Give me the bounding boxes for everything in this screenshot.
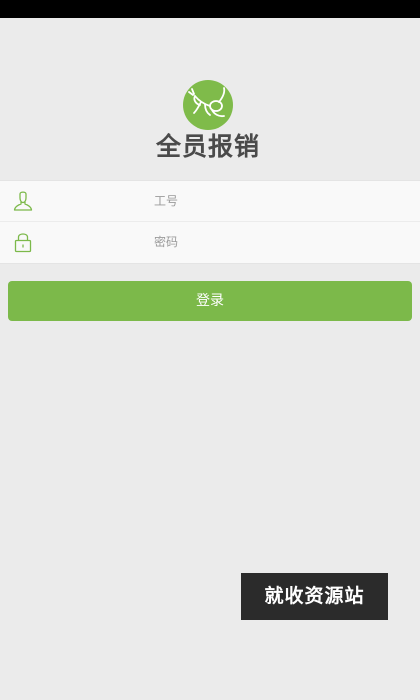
password-row: [0, 222, 420, 262]
watermark-label: 就收资源站: [241, 573, 388, 620]
login-form: [0, 180, 420, 264]
mantis-logo-icon: [188, 87, 226, 118]
password-input[interactable]: [48, 222, 408, 262]
lock-icon: [14, 233, 32, 253]
app-title: 全员报销: [155, 132, 260, 161]
login-button[interactable]: 登录: [8, 281, 412, 321]
employee-id-input[interactable]: [48, 181, 408, 221]
user-icon: [13, 191, 33, 211]
status-bar: [0, 0, 420, 18]
app-logo: [183, 80, 233, 130]
employee-id-row: [0, 181, 420, 221]
